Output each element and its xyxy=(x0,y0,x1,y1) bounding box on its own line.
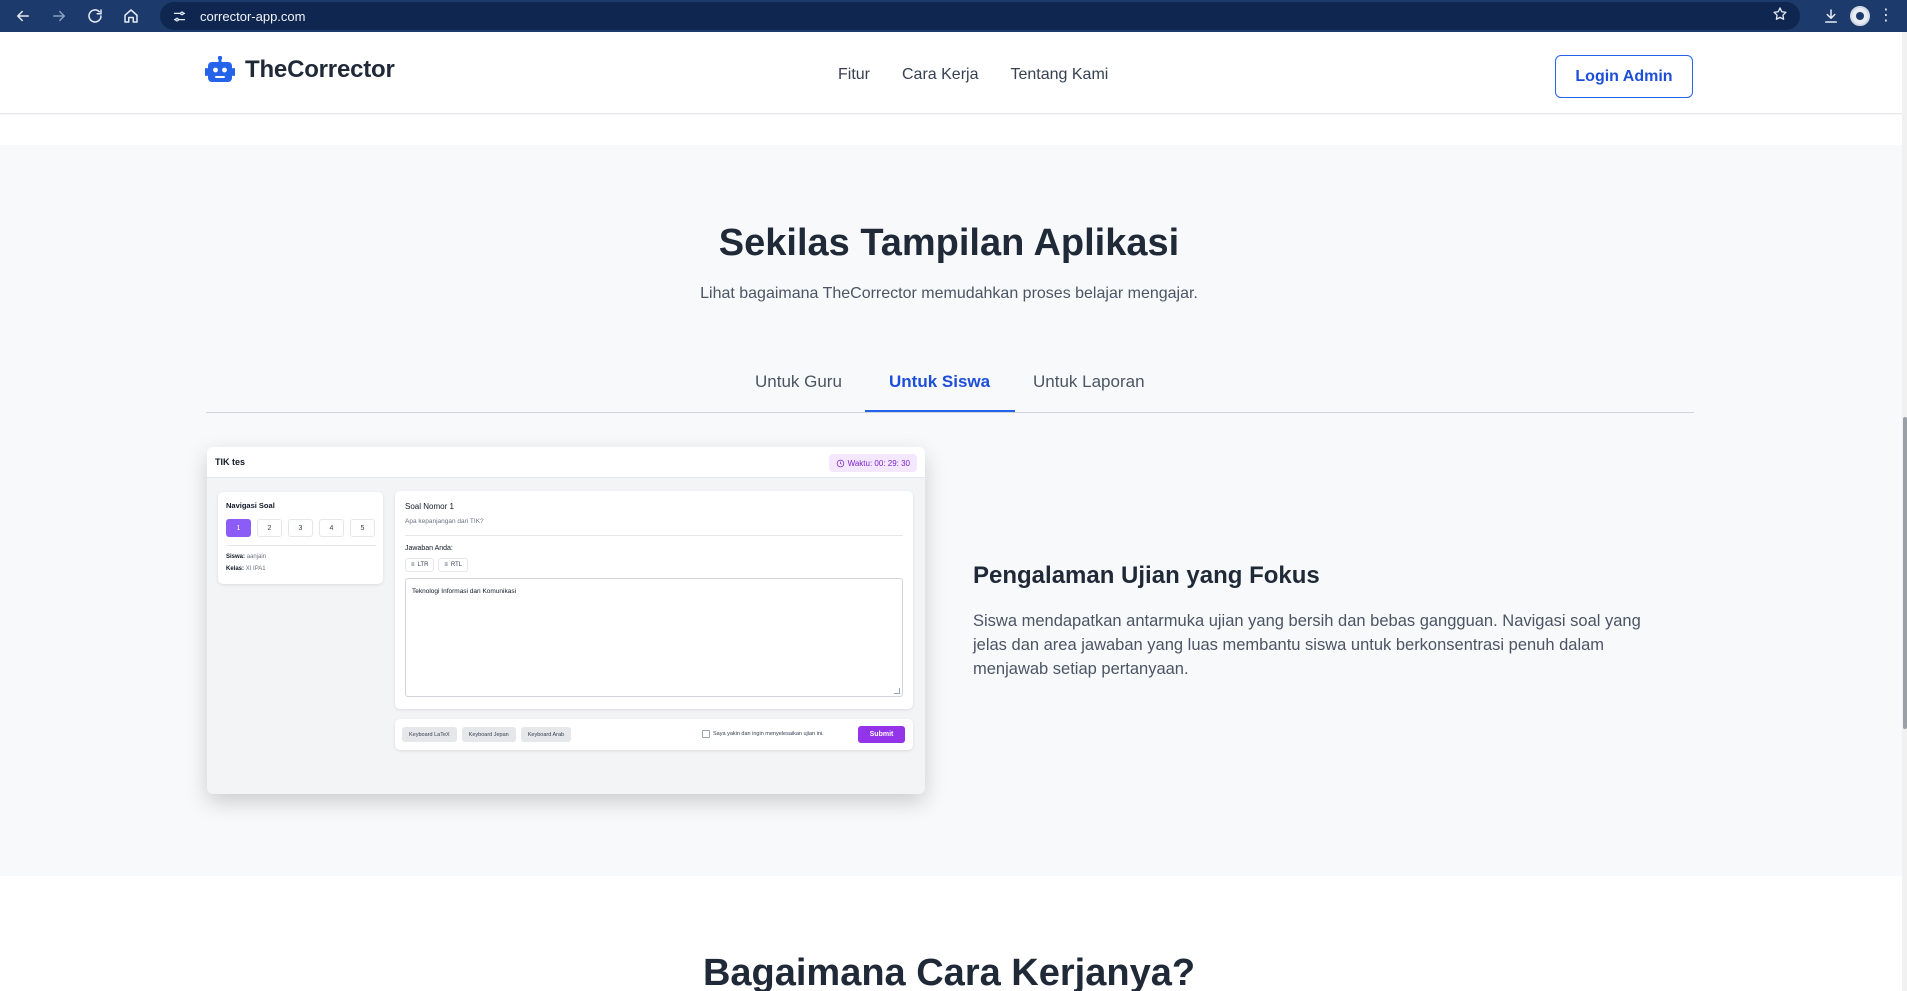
mock-question-button: 2 xyxy=(257,519,282,537)
mock-keyboard-arab-button: Keyboard Arab xyxy=(520,727,572,742)
feature-description: Siswa mendapatkan antarmuka ujian yang b… xyxy=(973,612,1641,678)
mock-footer-bar: Keyboard LaTeX Keyboard Jepan Keyboard A… xyxy=(395,719,913,750)
mock-nav-title: Navigasi Soal xyxy=(226,501,275,510)
login-admin-button[interactable]: Login Admin xyxy=(1555,55,1693,98)
mock-question-nav: Navigasi Soal 1 2 3 4 5 Siswa: aanjain K… xyxy=(218,492,383,584)
mock-keyboard-latex-button: Keyboard LaTeX xyxy=(402,727,457,742)
url-text[interactable]: corrector-app.com xyxy=(200,9,1772,24)
feature-title: Pengalaman Ujian yang Fokus xyxy=(973,562,1320,589)
mock-timer-badge: Waktu: 00: 29: 30 xyxy=(828,454,917,472)
section-subtitle: Lihat bagaimana TheCorrector memudahkan … xyxy=(700,285,1198,302)
tab-untuk-guru[interactable]: Untuk Guru xyxy=(755,372,842,408)
mock-answer-label: Jawaban Anda: xyxy=(405,545,453,552)
scrollbar-thumb[interactable] xyxy=(1903,417,1907,729)
mock-class-info: Kelas: XI IPA1 xyxy=(226,566,266,572)
mock-question-text: Apa kepanjangan dari TIK? xyxy=(405,518,484,525)
clock-icon xyxy=(836,459,844,467)
divider xyxy=(405,535,903,536)
mock-confirm-checkbox: Saya yakin dan ingin menyelesaikan ujian… xyxy=(702,730,824,738)
site-settings-icon[interactable] xyxy=(168,5,190,27)
tab-untuk-siswa[interactable]: Untuk Siswa xyxy=(889,372,990,408)
mock-timer-text: Waktu: 00: 29: 30 xyxy=(847,458,910,468)
profile-avatar[interactable] xyxy=(1850,6,1870,26)
nav-link-tentang-kami[interactable]: Tentang Kami xyxy=(1010,66,1108,84)
align-right-icon: ≡ xyxy=(444,562,448,568)
logo-text: TheCorrector xyxy=(245,56,395,83)
mock-direction-buttons: ≡ LTR ≡ RTL xyxy=(405,558,469,572)
mock-submit-button: Submit xyxy=(858,726,905,743)
next-section-title: Bagaimana Cara Kerjanya? xyxy=(702,952,1196,991)
header-spacer xyxy=(0,115,1907,145)
align-left-icon: ≡ xyxy=(411,562,415,568)
mock-exam-header: TIK tes Waktu: 00: 29: 30 xyxy=(207,447,925,478)
section-title: Sekilas Tampilan Aplikasi xyxy=(718,222,1180,264)
download-icon[interactable] xyxy=(1816,2,1846,30)
mock-ltr-button: ≡ LTR xyxy=(405,558,435,572)
bookmark-star-icon[interactable] xyxy=(1772,6,1788,27)
top-nav: Fitur Cara Kerja Tentang Kami xyxy=(838,66,1108,84)
mock-question-buttons: 1 2 3 4 5 xyxy=(226,519,375,537)
browser-toolbar: corrector-app.com ⋮ xyxy=(0,0,1907,32)
mock-rtl-button: ≡ RTL xyxy=(438,558,469,572)
mock-question-card: Soal Nomor 1 Apa kepanjangan dari TIK? J… xyxy=(395,491,913,709)
mock-answer-value: Teknologi Informasi dan Komunikasi xyxy=(412,588,517,595)
address-bar[interactable]: corrector-app.com xyxy=(160,2,1800,30)
mock-question-button: 1 xyxy=(226,519,251,537)
home-icon[interactable] xyxy=(116,2,146,30)
logo[interactable]: TheCorrector xyxy=(205,56,395,84)
reload-icon[interactable] xyxy=(80,2,110,30)
mock-confirm-text: Saya yakin dan ingin menyelesaikan ujian… xyxy=(713,731,824,737)
divider xyxy=(226,545,376,546)
mock-student-info: Siswa: aanjain xyxy=(226,554,267,560)
robot-icon xyxy=(205,56,235,82)
mock-question-button: 3 xyxy=(288,519,313,537)
active-tab-indicator xyxy=(865,410,1015,412)
preview-tabs: Untuk Guru Untuk Siswa Untuk Laporan xyxy=(206,360,1694,413)
checkbox-box xyxy=(702,730,710,738)
mock-answer-textarea: Teknologi Informasi dan Komunikasi xyxy=(405,578,903,697)
nav-link-cara-kerja[interactable]: Cara Kerja xyxy=(902,66,978,84)
back-icon[interactable] xyxy=(8,2,38,30)
mock-exam-title: TIK tes xyxy=(215,457,246,467)
mock-keyboard-buttons: Keyboard LaTeX Keyboard Jepan Keyboard A… xyxy=(402,727,572,742)
mock-keyboard-japan-button: Keyboard Jepan xyxy=(461,727,516,742)
mock-question-button: 4 xyxy=(319,519,344,537)
forward-icon[interactable] xyxy=(44,2,74,30)
nav-link-fitur[interactable]: Fitur xyxy=(838,66,870,84)
menu-kebab-icon[interactable]: ⋮ xyxy=(1878,8,1894,24)
tab-untuk-laporan[interactable]: Untuk Laporan xyxy=(1033,372,1145,408)
app-preview-image: TIK tes Waktu: 00: 29: 30 Navigasi Soal … xyxy=(207,447,925,794)
mock-question-title: Soal Nomor 1 xyxy=(405,502,454,511)
site-header: TheCorrector Fitur Cara Kerja Tentang Ka… xyxy=(0,32,1907,114)
resize-grip-icon xyxy=(894,688,900,694)
mock-question-button: 5 xyxy=(350,519,375,537)
